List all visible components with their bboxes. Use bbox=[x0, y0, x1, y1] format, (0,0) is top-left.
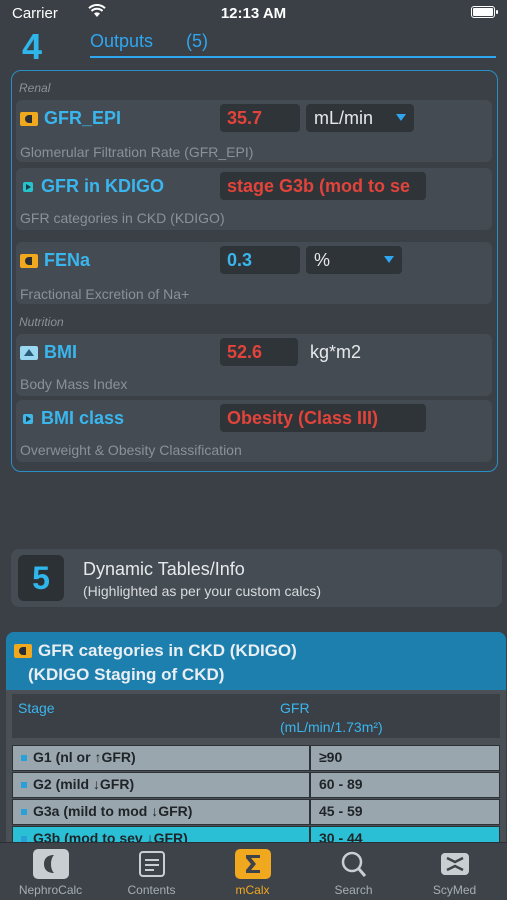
status-bar: Carrier 12:13 AM bbox=[0, 0, 507, 28]
outputs-count: (5) bbox=[186, 31, 208, 51]
table-link-icon bbox=[23, 413, 33, 424]
tab-bar: NephroCalc Contents mCalx Search ScyMed bbox=[0, 842, 507, 900]
output-value: 35.7 bbox=[220, 104, 300, 132]
search-icon bbox=[336, 849, 372, 879]
group-label-nutrition: Nutrition bbox=[19, 315, 64, 329]
table-title: GFR categories in CKD (KDIGO) bbox=[38, 641, 297, 660]
output-value: 0.3 bbox=[220, 246, 300, 274]
output-description: Fractional Excretion of Na+ bbox=[20, 286, 190, 302]
scymed-icon bbox=[437, 849, 473, 879]
column-gfr-unit: (mL/min/1.73m²) bbox=[280, 719, 383, 735]
kidney-icon bbox=[20, 253, 38, 268]
sigma-icon bbox=[235, 849, 271, 879]
dynamic-tables-card[interactable]: 5 Dynamic Tables/Info (Highlighted as pe… bbox=[11, 549, 502, 607]
output-value: 52.6 bbox=[220, 338, 298, 366]
output-description: GFR categories in CKD (KDIGO) bbox=[20, 210, 225, 226]
scale-icon bbox=[20, 345, 38, 360]
tab-contents[interactable]: Contents bbox=[101, 843, 202, 900]
kidney-icon bbox=[33, 849, 69, 879]
tab-scymed[interactable]: ScyMed bbox=[404, 843, 505, 900]
column-gfr: GFR bbox=[280, 700, 310, 716]
bullet-icon bbox=[21, 755, 27, 762]
tab-nephrocalc[interactable]: NephroCalc bbox=[0, 843, 101, 900]
output-value: Obesity (Class III) bbox=[220, 404, 426, 432]
output-bmi[interactable]: BMI 52.6 kg*m2 Body Mass Index bbox=[16, 334, 492, 396]
table-row: G3a (mild to mod ↓GFR) 45 - 59 bbox=[12, 799, 500, 825]
section-number: 4 bbox=[22, 26, 43, 67]
output-description: Body Mass Index bbox=[20, 376, 128, 392]
table-row: G2 (mild ↓GFR) 60 - 89 bbox=[12, 772, 500, 798]
table-row: G1 (nl or ↑GFR) ≥90 bbox=[12, 745, 500, 771]
table-row-highlighted: G3b (mod to sev ↓GFR) 30 - 44 bbox=[12, 826, 500, 842]
output-name: GFR_EPI bbox=[44, 108, 122, 128]
column-stage: Stage bbox=[18, 700, 55, 716]
clock: 12:13 AM bbox=[220, 5, 287, 22]
battery-icon bbox=[471, 6, 498, 18]
tab-search[interactable]: Search bbox=[303, 843, 404, 900]
output-description: Glomerular Filtration Rate (GFR_EPI) bbox=[20, 144, 254, 160]
table-subtitle: (KDIGO Staging of CKD) bbox=[28, 665, 225, 684]
section-number: 5 bbox=[18, 555, 64, 601]
output-name: BMI class bbox=[41, 408, 125, 428]
unit-dropdown[interactable]: mL/min bbox=[306, 104, 414, 132]
section-subtitle: (Highlighted as per your custom calcs) bbox=[83, 583, 322, 599]
outputs-title[interactable]: Outputs bbox=[90, 31, 153, 52]
table-header[interactable]: GFR categories in CKD (KDIGO) (KDIGO Sta… bbox=[6, 632, 506, 690]
table-link-icon bbox=[23, 181, 33, 192]
section-underline bbox=[90, 56, 496, 58]
output-name: BMI bbox=[44, 342, 77, 362]
unit-dropdown[interactable]: % bbox=[306, 246, 402, 274]
kdigo-table: GFR categories in CKD (KDIGO) (KDIGO Sta… bbox=[6, 632, 506, 842]
chevron-down-icon bbox=[384, 256, 394, 263]
section-title: Dynamic Tables/Info bbox=[83, 559, 245, 579]
table-column-header: Stage GFR (mL/min/1.73m²) bbox=[12, 694, 500, 738]
bullet-icon bbox=[21, 809, 27, 816]
output-fena[interactable]: FENa 0.3 % Fractional Excretion of Na+ bbox=[16, 242, 492, 304]
output-gfr-kdigo[interactable]: GFR in KDIGO stage G3b (mod to se GFR ca… bbox=[16, 168, 492, 230]
output-bmi-class[interactable]: BMI class Obesity (Class III) Overweight… bbox=[16, 400, 492, 462]
output-description: Overweight & Obesity Classification bbox=[20, 442, 242, 458]
kidney-icon bbox=[20, 111, 38, 126]
bullet-icon bbox=[21, 782, 27, 789]
output-name: GFR in KDIGO bbox=[41, 176, 164, 196]
group-label-renal: Renal bbox=[19, 81, 51, 95]
tab-mcalx[interactable]: mCalx bbox=[202, 843, 303, 900]
contents-icon bbox=[134, 849, 170, 879]
output-gfr-epi[interactable]: GFR_EPI 35.7 mL/min Glomerular Filtratio… bbox=[16, 100, 492, 162]
output-unit: kg*m2 bbox=[310, 342, 362, 362]
output-name: FENa bbox=[44, 250, 91, 270]
chevron-down-icon bbox=[396, 114, 406, 121]
kidney-icon bbox=[14, 644, 32, 658]
output-value: stage G3b (mod to se bbox=[220, 172, 426, 200]
